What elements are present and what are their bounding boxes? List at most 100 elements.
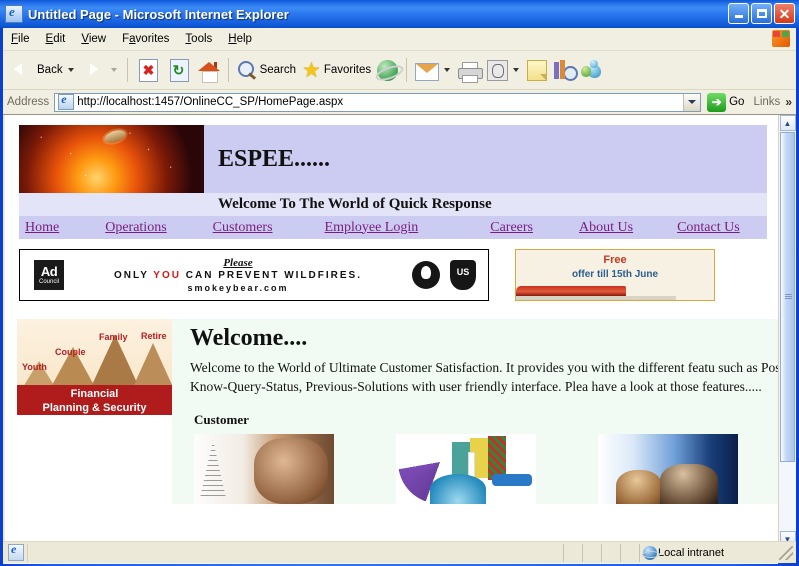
status-segment xyxy=(601,543,620,562)
forward-button[interactable] xyxy=(79,53,122,87)
thumbnail-row xyxy=(194,434,778,504)
mail-dropdown-icon[interactable] xyxy=(444,68,451,72)
history-button[interactable] xyxy=(374,53,401,87)
side-label-couple: Couple xyxy=(55,347,86,357)
ad-headline-you: YOU xyxy=(153,270,181,281)
vertical-scroll-thumb[interactable] xyxy=(780,132,795,462)
back-label: Back xyxy=(37,64,63,76)
colorful-globe-people-image[interactable] xyxy=(396,434,536,504)
page-icon xyxy=(58,92,75,110)
edit-dropdown-icon[interactable] xyxy=(513,68,520,72)
refresh-icon: ↻ xyxy=(169,58,189,82)
toolbar: Back ✖ ↻ Search ★ Favorites xyxy=(3,51,796,90)
mountain-shape xyxy=(133,343,172,387)
website: ESPEE...... Welcome To The World of Quic… xyxy=(5,115,778,504)
minimize-button[interactable] xyxy=(728,3,749,24)
space-planet-banner-image xyxy=(19,125,204,193)
back-dropdown-icon[interactable] xyxy=(67,68,74,72)
menu-edit[interactable]: Edit xyxy=(38,31,74,47)
forward-arrow-icon xyxy=(82,58,106,82)
refresh-button[interactable]: ↻ xyxy=(164,53,195,87)
toolbar-divider xyxy=(406,58,408,82)
toolbar-divider xyxy=(126,58,128,82)
ad-council-logo-icon: Ad Council xyxy=(34,260,64,290)
mail-icon xyxy=(415,62,440,81)
ad-council-line2: Council xyxy=(38,279,59,285)
site-header: ESPEE...... Welcome To The World of Quic… xyxy=(19,125,767,216)
ad-website: smokeybear.com xyxy=(187,283,289,293)
page-content: ESPEE...... Welcome To The World of Quic… xyxy=(3,115,778,564)
scroll-up-button[interactable]: ▲ xyxy=(779,115,796,131)
home-icon xyxy=(197,61,220,83)
mountain-shape xyxy=(91,335,139,387)
title-bar: Untitled Page - Microsoft Internet Explo… xyxy=(0,0,799,28)
side-label-family: Family xyxy=(99,332,128,342)
security-zone[interactable]: Local intranet xyxy=(639,543,779,562)
elderly-man-tower-image[interactable] xyxy=(194,434,334,504)
messenger-button[interactable] xyxy=(578,53,606,87)
go-arrow-icon: ➔ xyxy=(707,92,727,112)
print-icon xyxy=(458,61,484,83)
page-vertical-scrollbar[interactable]: ▲ ▼ xyxy=(778,115,796,547)
print-button[interactable] xyxy=(455,53,484,87)
site-tagline: Welcome To The World of Quick Response xyxy=(218,196,492,212)
edit-button[interactable] xyxy=(484,53,524,87)
favorites-button[interactable]: ★ Favorites xyxy=(299,53,374,87)
menu-bar: FFileile Edit View Favorites Tools Help xyxy=(3,28,796,51)
wildfire-ad-banner[interactable]: Ad Council Please ONLY YOU CAN PREVENT W… xyxy=(19,249,489,301)
nav-link-contact-us[interactable]: Contact Us xyxy=(677,220,740,236)
stop-icon: ✖ xyxy=(138,58,158,82)
menu-file[interactable]: FFileile xyxy=(3,31,38,47)
mountains-financial-image: Youth Couple Family Retire Financial Pla… xyxy=(17,319,172,415)
go-button[interactable]: ➔ Go xyxy=(707,92,744,112)
maximize-button[interactable] xyxy=(751,3,772,24)
browser-window: Untitled Page - Microsoft Internet Explo… xyxy=(0,0,799,566)
close-button[interactable]: ✕ xyxy=(774,3,795,24)
resize-grip[interactable] xyxy=(779,545,793,560)
side-label-youth: Youth xyxy=(22,362,47,372)
nav-link-customers[interactable]: Customers xyxy=(213,220,273,236)
menu-view[interactable]: View xyxy=(73,31,114,47)
side-caption-line2: Planning & Security xyxy=(42,402,147,414)
menu-favorites[interactable]: Favorites xyxy=(114,31,177,47)
forward-dropdown-icon[interactable] xyxy=(110,68,117,72)
promo-banner[interactable]: Free offer till 15th June xyxy=(515,249,715,301)
nav-link-home[interactable]: Home xyxy=(25,220,59,236)
ad-row: Ad Council Please ONLY YOU CAN PREVENT W… xyxy=(19,249,767,301)
ad-headline-pre: ONLY xyxy=(114,270,154,281)
main-content: Welcome.... Welcome to the World of Ulti… xyxy=(172,319,778,504)
menu-tools[interactable]: Tools xyxy=(177,31,220,47)
status-page-icon xyxy=(8,542,24,561)
address-dropdown-button[interactable] xyxy=(683,93,701,111)
status-segment xyxy=(582,543,601,562)
notes-button[interactable] xyxy=(524,53,550,87)
nav-link-employee-login[interactable]: Employee Login xyxy=(325,220,419,236)
notes-icon xyxy=(527,59,548,81)
vertical-scroll-track[interactable] xyxy=(779,462,796,531)
toolbar-overflow-icon[interactable]: » xyxy=(785,95,792,109)
mail-button[interactable] xyxy=(412,53,455,87)
research-button[interactable] xyxy=(550,53,579,87)
status-bar: Local intranet xyxy=(3,541,796,563)
back-button[interactable]: Back xyxy=(7,53,79,87)
intranet-globe-icon xyxy=(642,545,660,560)
address-input[interactable]: http://localhost:1457/OnlineCC_SP/HomePa… xyxy=(54,92,702,112)
status-segment xyxy=(620,543,639,562)
status-segment xyxy=(563,543,582,562)
close-icon: ✕ xyxy=(778,5,791,22)
links-label[interactable]: Links xyxy=(753,96,780,108)
search-button[interactable]: Search xyxy=(234,53,299,87)
windows-flag-icon xyxy=(772,30,790,47)
home-button[interactable] xyxy=(195,53,223,87)
stop-button[interactable]: ✖ xyxy=(133,53,164,87)
nav-link-operations[interactable]: Operations xyxy=(105,220,166,236)
ad-council-line1: Ad xyxy=(40,264,58,279)
people-earth-horizon-image[interactable] xyxy=(598,434,738,504)
nav-link-about-us[interactable]: About Us xyxy=(579,220,633,236)
side-label-retire: Retire xyxy=(141,331,167,341)
chevron-down-icon xyxy=(688,100,697,104)
toolbar-divider xyxy=(227,58,229,82)
search-icon xyxy=(237,60,257,80)
nav-link-careers[interactable]: Careers xyxy=(490,220,533,236)
menu-help[interactable]: Help xyxy=(220,31,260,47)
